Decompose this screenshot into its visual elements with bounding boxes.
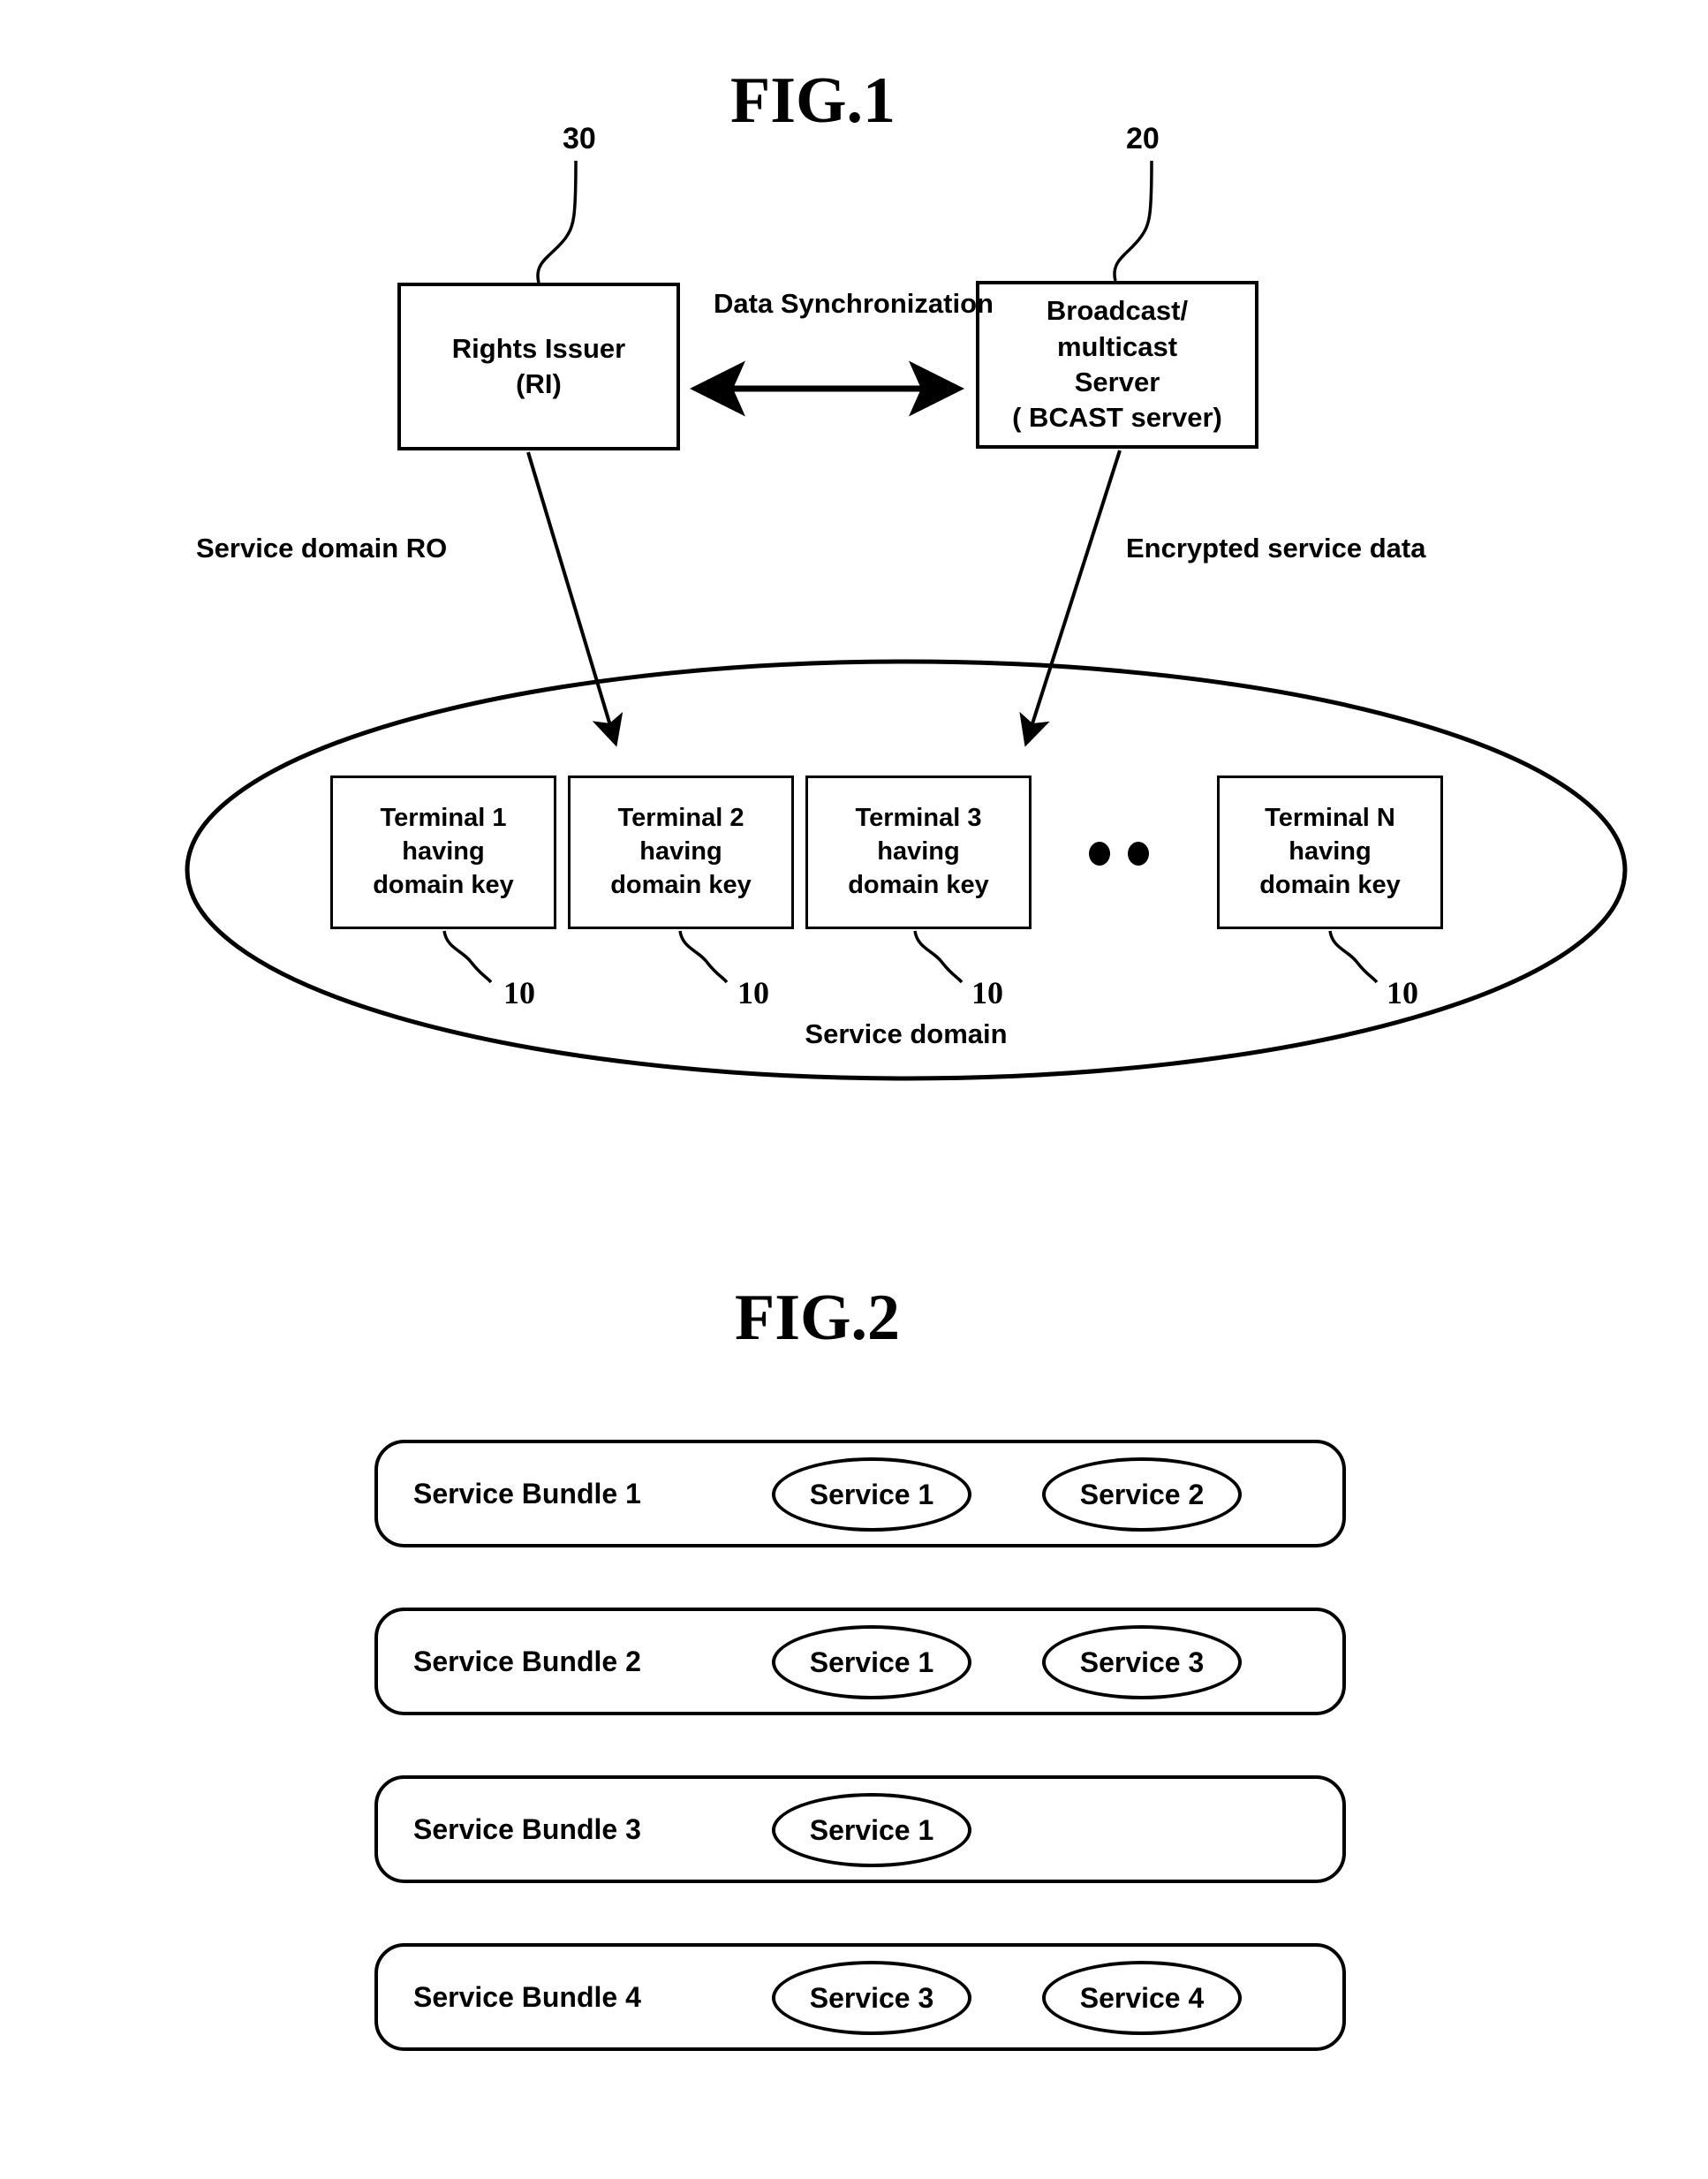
ellipsis-dot-2	[1128, 842, 1149, 866]
reference-numeral-10-terminal-n: 10	[1387, 975, 1418, 1010]
terminal-3-line-1: Terminal 3	[855, 804, 982, 833]
terminal-2-node: Terminal 2 having domain key	[568, 776, 794, 929]
encrypted-service-data-label: Encrypted service data	[1126, 533, 1426, 564]
bcast-server-line-1: Broadcast/	[1046, 295, 1189, 327]
terminal-1-line-1: Terminal 1	[380, 804, 507, 833]
service-oval-b2-s1: Service 1	[772, 1625, 971, 1699]
bcast-server-node: Broadcast/ multicast Server ( BCAST serv…	[976, 281, 1258, 449]
leader-line-30	[536, 160, 578, 284]
terminal-3-line-3: domain key	[848, 870, 989, 899]
terminal-1-line-2: having	[402, 837, 485, 866]
data-synchronization-label: Data Synchronization	[714, 287, 994, 321]
service-domain-ro-arrow	[526, 451, 623, 747]
figure-1-title: FIG.1	[730, 64, 896, 137]
service-domain-ro-label: Service domain RO	[196, 533, 448, 564]
service-oval-b4-s1: Service 3	[772, 1961, 971, 2035]
reference-numeral-20: 20	[1126, 122, 1160, 155]
service-oval-b2-s2: Service 3	[1042, 1625, 1242, 1699]
bcast-server-line-3: Server	[1074, 367, 1160, 397]
reference-numeral-10-terminal-2: 10	[737, 975, 769, 1010]
service-bundle-1-label: Service Bundle 1	[413, 1478, 641, 1509]
terminal-2-line-2: having	[639, 837, 722, 866]
terminal-n-line-2: having	[1289, 837, 1372, 866]
service-oval-b1-s1: Service 1	[772, 1457, 971, 1532]
terminal-2-line-1: Terminal 2	[617, 804, 744, 833]
service-oval-b3-s1: Service 1	[772, 1793, 971, 1867]
leader-line-10-terminal-2	[678, 930, 729, 984]
data-sync-line-2: Synchronization	[780, 288, 994, 319]
terminal-2-line-3: domain key	[610, 870, 752, 899]
service-bundle-3-label: Service Bundle 3	[413, 1813, 641, 1845]
leader-line-10-terminal-1	[442, 930, 493, 984]
service-bundle-2-label: Service Bundle 2	[413, 1646, 641, 1677]
leader-line-10-terminal-n	[1328, 930, 1379, 984]
rights-issuer-line-1: Rights Issuer	[451, 332, 626, 364]
service-bundle-4-label: Service Bundle 4	[413, 1981, 641, 2013]
rights-issuer-line-2: (RI)	[516, 368, 562, 399]
terminal-ellipsis	[1089, 842, 1149, 866]
service-oval-b4-s2: Service 4	[1042, 1961, 1242, 2035]
terminal-1-node: Terminal 1 having domain key	[330, 776, 556, 929]
terminal-3-node: Terminal 3 having domain key	[805, 776, 1032, 929]
leader-line-10-terminal-3	[913, 930, 964, 984]
encrypted-service-data-arrow	[1019, 450, 1122, 747]
patent-drawing-sheet: FIG.1 30 20 Rights Issuer (RI) Broadcast…	[0, 0, 1708, 2179]
leader-line-20	[1113, 160, 1153, 282]
service-domain-label: Service domain	[805, 1018, 1008, 1049]
service-oval-b1-s2: Service 2	[1042, 1457, 1242, 1532]
figure-2-title: FIG.2	[735, 1282, 901, 1354]
terminal-n-line-1: Terminal N	[1265, 804, 1395, 833]
terminal-n-node: Terminal N having domain key	[1217, 776, 1443, 929]
data-sync-line-1: Data	[714, 288, 774, 319]
reference-numeral-10-terminal-3: 10	[971, 975, 1003, 1010]
terminal-n-line-3: domain key	[1259, 870, 1401, 899]
bcast-server-line-2: multicast	[1056, 330, 1178, 362]
bcast-server-line-4: ( BCAST server)	[1012, 402, 1222, 434]
terminal-1-line-3: domain key	[373, 870, 514, 899]
reference-numeral-30: 30	[563, 122, 596, 155]
terminal-3-line-2: having	[877, 837, 960, 866]
reference-numeral-10-terminal-1: 10	[503, 975, 535, 1010]
rights-issuer-node: Rights Issuer (RI)	[397, 283, 680, 450]
ellipsis-dot-1	[1089, 842, 1110, 866]
